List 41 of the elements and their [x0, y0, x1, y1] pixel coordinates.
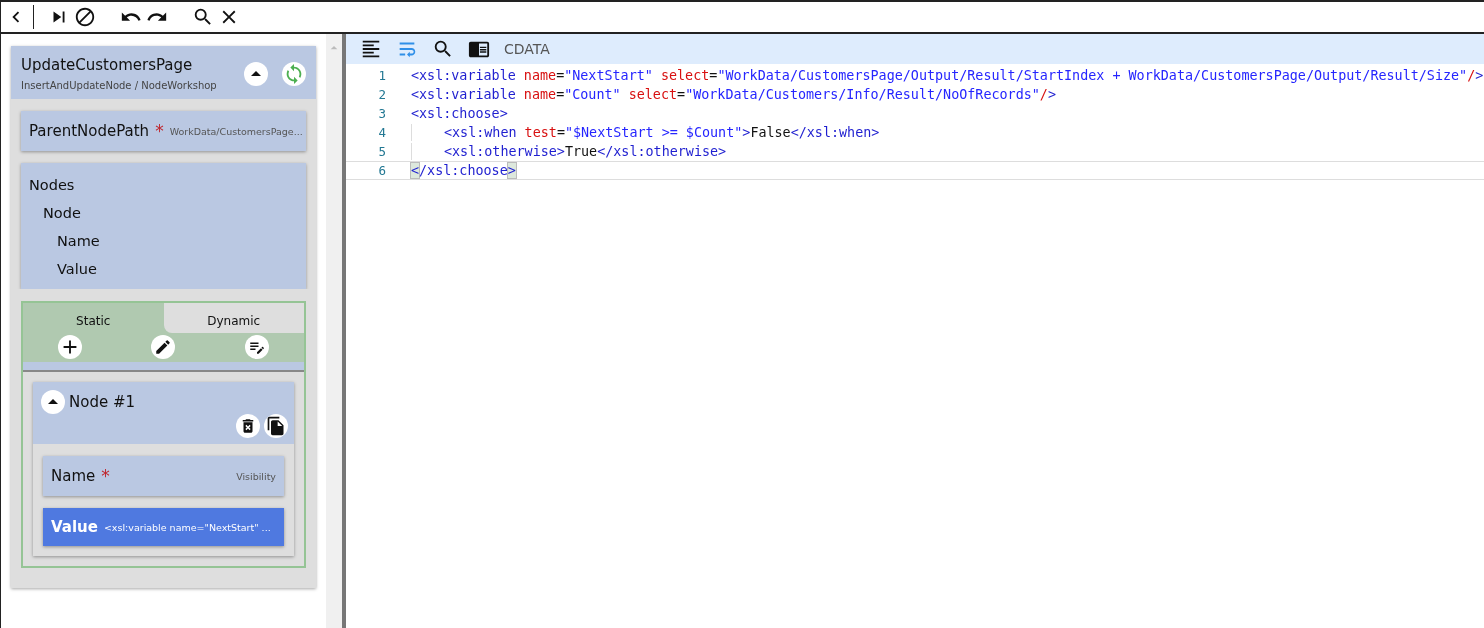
code-line: <xsl:when test="$NextStart >= $Count">False</xsl:when>	[411, 124, 880, 141]
code-line: <xsl:otherwise>True</xsl:otherwise>	[411, 143, 727, 160]
format-icon[interactable]	[360, 38, 382, 60]
line-number: 2	[377, 87, 386, 102]
mode-label: CDATA	[504, 41, 550, 57]
code-line: <xsl:choose>	[411, 105, 508, 122]
line-number: 3	[377, 106, 386, 121]
refresh-icon[interactable]	[282, 61, 306, 86]
required-mark: *	[155, 121, 164, 141]
tree-item[interactable]: Node	[21, 199, 306, 227]
tree-item[interactable]: Name	[21, 227, 306, 255]
node-subtitle: InsertAndUpdateNode / NodeWorkshop	[21, 80, 218, 91]
edit-note-icon[interactable]	[245, 335, 270, 359]
node-title: UpdateCustomersPage	[21, 56, 194, 74]
collapse-icon[interactable]	[244, 61, 268, 86]
field-hint: Visibility	[236, 470, 276, 482]
copy-icon[interactable]	[264, 414, 288, 438]
line-number: 6	[377, 163, 386, 178]
tree-item[interactable]: Nodes	[21, 171, 306, 199]
line-number: 4	[377, 125, 386, 140]
code-line: <xsl:variable name="Count" select="WorkData/Customers/Info/Result/NoOfRecords"/>	[411, 86, 1056, 103]
property-field[interactable]: Value <xsl:variable name="NextStart" ...	[43, 508, 284, 546]
field-value: WorkData/CustomersPage...	[169, 125, 303, 137]
node-item-title: Node #1	[69, 393, 136, 411]
search-icon[interactable]	[192, 6, 214, 28]
delete-icon[interactable]	[236, 414, 260, 438]
required-mark: *	[101, 466, 110, 486]
search-icon[interactable]	[432, 38, 454, 60]
line-number: 5	[377, 144, 386, 159]
code-line: <xsl:variable name="NextStart" select="WorkData/CustomersPage/Output/Result/StartIndex + WorkData/CustomersPage/Output/Result/Size"/>	[411, 67, 1484, 84]
tree-item[interactable]: Value	[21, 255, 306, 283]
collapse-icon[interactable]	[41, 390, 65, 414]
add-icon[interactable]	[57, 335, 82, 359]
edit-icon[interactable]	[151, 335, 176, 359]
code-line: </xsl:choose>	[411, 162, 516, 179]
field-hint: <xsl:variable name="NextStart" ...	[103, 521, 271, 533]
property-field[interactable]: Name * Visibility	[43, 456, 284, 496]
cancel-icon[interactable]	[74, 6, 96, 28]
line-number: 1	[377, 68, 386, 83]
tab[interactable]: Dynamic	[163, 303, 304, 333]
parent-node-path-field[interactable]: ParentNodePath * WorkData/CustomersPage...	[21, 111, 306, 151]
